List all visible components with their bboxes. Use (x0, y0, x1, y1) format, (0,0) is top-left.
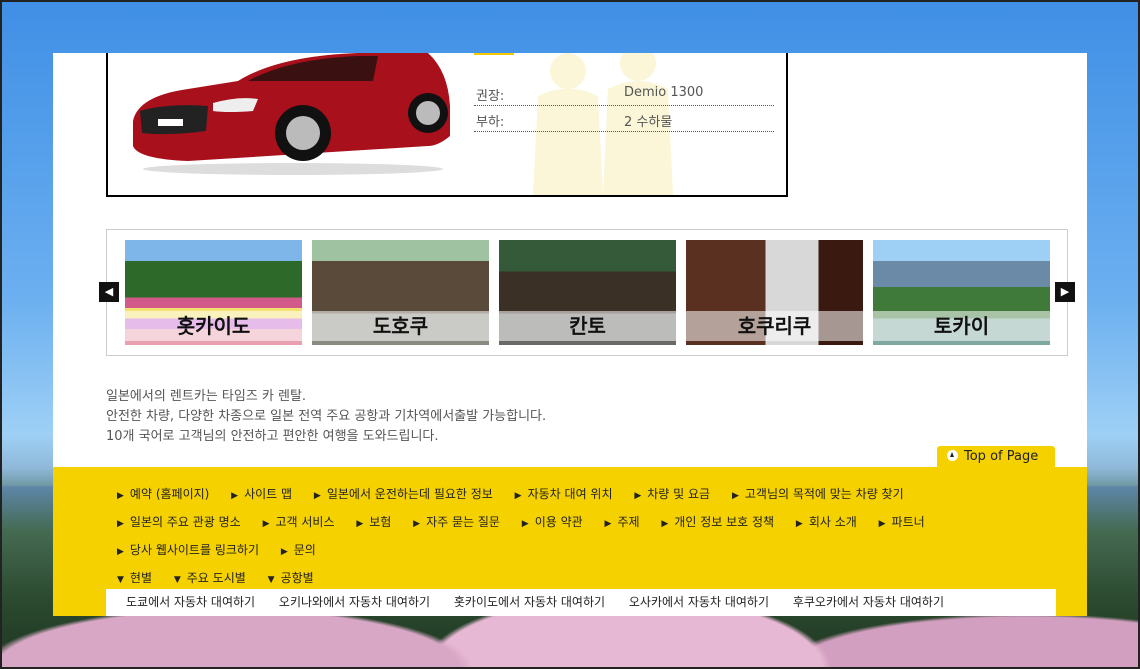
slide-hokkaido[interactable]: 홋카이도 (125, 240, 302, 345)
city-link[interactable]: 오키나와에서 자동차 대여하기 (279, 589, 430, 616)
description-line: 10개 국어로 고객님의 안전하고 편안한 여행을 도와드립니다. (106, 429, 439, 444)
footer-link[interactable]: 예약 (홈페이지) (117, 485, 209, 502)
footer-link[interactable]: 일본의 주요 관광 명소 (117, 513, 241, 530)
footer-link[interactable]: 고객 서비스 (263, 513, 334, 530)
footer-link[interactable]: 보험 (356, 513, 391, 530)
footer-link[interactable]: 당사 웹사이트를 링크하기 (117, 541, 259, 558)
car-image (133, 53, 450, 175)
region-carousel: ◀ 홋카이도 도호쿠 칸토 호쿠리쿠 토카이 ▶ (99, 229, 1075, 356)
spec-label: 권장: (476, 89, 505, 104)
car-info-box: 권장: Demio 1300 부하: 2 수하물 (106, 53, 788, 197)
footer-link[interactable]: 문의 (281, 541, 316, 558)
city-link[interactable]: 도쿄에서 자동차 대여하기 (126, 589, 255, 616)
filter-tab[interactable]: 주요 도시별 (174, 569, 246, 586)
footer-link[interactable]: 차량 및 요금 (634, 485, 710, 502)
spec-value: 2 수하물 (624, 115, 673, 130)
slide-tokai[interactable]: 토카이 (873, 240, 1050, 345)
city-link[interactable]: 오사카에서 자동차 대여하기 (629, 589, 769, 616)
city-link[interactable]: 홋카이도에서 자동차 대여하기 (454, 589, 605, 616)
city-links-bar: 도쿄에서 자동차 대여하기 오키나와에서 자동차 대여하기 홋카이도에서 자동차… (106, 589, 1056, 616)
slide-label: 토카이 (873, 311, 1050, 341)
footer-link[interactable]: 주제 (605, 513, 639, 530)
spec-value: Demio 1300 (624, 85, 704, 100)
slide-tohoku[interactable]: 도호쿠 (312, 240, 489, 345)
filter-tab[interactable]: 공항별 (268, 569, 314, 586)
description-line: 안전한 차량, 다양한 차종으로 일본 전역 주요 공항과 기차역에서출발 가능… (106, 409, 547, 424)
footer-nav-row-1: 예약 (홈페이지) 사이트 맵 일본에서 운전하는데 필요한 정보 자동차 대여… (117, 485, 922, 513)
top-of-page-button[interactable]: Top of Page (937, 446, 1055, 468)
arrow-left-icon[interactable]: ◀ (99, 282, 119, 302)
arrow-up-icon (947, 450, 958, 461)
description-line: 일본에서의 렌트카는 타임즈 카 렌탈. (106, 389, 307, 404)
slide-hokuriku[interactable]: 호쿠리쿠 (686, 240, 863, 345)
city-link[interactable]: 후쿠오카에서 자동차 대여하기 (793, 589, 944, 616)
spec-label: 부하: (476, 115, 505, 130)
footer-link[interactable]: 회사 소개 (796, 513, 857, 530)
footer-link[interactable]: 사이트 맵 (231, 485, 292, 502)
site-description: 일본에서의 렌트카는 타임즈 카 렌탈. 안전한 차량, 다양한 차종으로 일본… (106, 387, 546, 447)
footer-link[interactable]: 이용 약관 (522, 513, 583, 530)
footer-nav-row-2: 일본의 주요 관광 명소 고객 서비스 보험 자주 묻는 질문 이용 약관 주제… (117, 513, 943, 541)
slide-label: 호쿠리쿠 (686, 311, 863, 341)
footer-link[interactable]: 파트너 (879, 513, 925, 530)
footer-nav-row-3: 당사 웹사이트를 링크하기 문의 (117, 541, 334, 569)
footer-link[interactable]: 개인 정보 보호 정책 (661, 513, 774, 530)
arrow-right-icon[interactable]: ▶ (1055, 282, 1075, 302)
top-of-page-label: Top of Page (964, 449, 1039, 464)
slide-label: 칸토 (499, 311, 676, 341)
title-accent (474, 53, 514, 55)
spec-row-recommended: 권장: Demio 1300 (474, 80, 774, 106)
slide-kanto[interactable]: 칸토 (499, 240, 676, 345)
footer-link[interactable]: 고객님의 목적에 맞는 차량 찾기 (732, 485, 904, 502)
spec-row-luggage: 부하: 2 수하물 (474, 106, 774, 132)
footer: 예약 (홈페이지) 사이트 맵 일본에서 운전하는데 필요한 정보 자동차 대여… (53, 467, 1087, 616)
main-content: 권장: Demio 1300 부하: 2 수하물 ◀ 홋카이도 도호쿠 칸토 호… (53, 53, 1087, 616)
slide-label: 도호쿠 (312, 311, 489, 341)
slide-label: 홋카이도 (125, 311, 302, 341)
footer-link[interactable]: 일본에서 운전하는데 필요한 정보 (314, 485, 493, 502)
footer-link[interactable]: 자동차 대여 위치 (515, 485, 613, 502)
filter-tab[interactable]: 현별 (117, 569, 152, 586)
footer-link[interactable]: 자주 묻는 질문 (413, 513, 500, 530)
